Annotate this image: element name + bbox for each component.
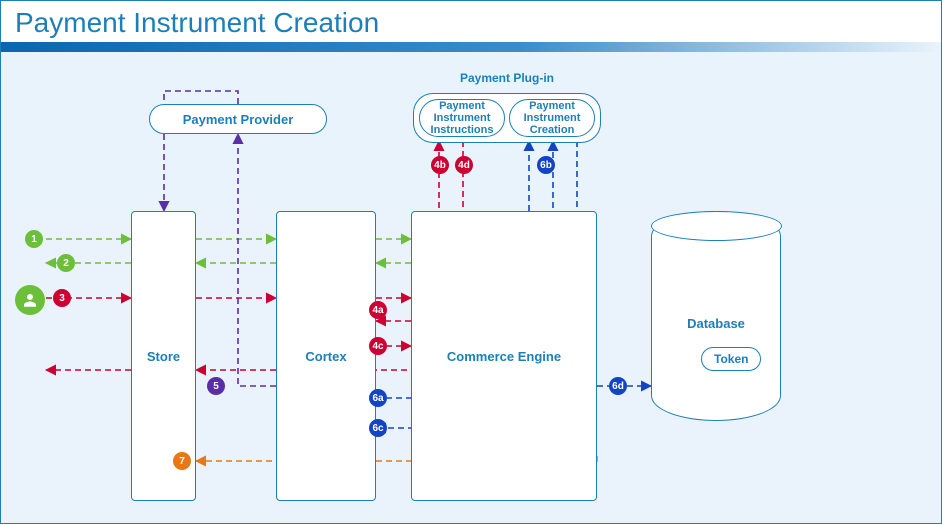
step-badge-1: 1 [25, 230, 43, 248]
step-badge-6b: 6b [537, 156, 555, 174]
node-payment-provider: Payment Provider [149, 104, 327, 134]
step-badge-4a: 4a [369, 301, 387, 319]
step-badge-4b: 4b [431, 156, 449, 174]
page-title: Payment Instrument Creation [15, 7, 379, 39]
step-badge-6a: 6a [369, 389, 387, 407]
step-badge-5: 5 [207, 377, 225, 395]
step-badge-6c: 6c [369, 419, 387, 437]
node-cortex: Cortex [276, 211, 376, 501]
node-plugin-creation: Payment Instrument Creation [509, 99, 595, 137]
step-badge-4d: 4d [455, 156, 473, 174]
label-database: Database [651, 316, 781, 331]
node-commerce-engine: Commerce Engine [411, 211, 597, 501]
step-badge-7: 7 [173, 452, 191, 470]
label-payment-plugin: Payment Plug-in [413, 71, 601, 85]
node-token: Token [701, 347, 761, 371]
step-badge-3: 3 [53, 289, 71, 307]
step-badge-4c: 4c [369, 337, 387, 355]
node-plugin-instructions: Payment Instrument Instructions [419, 99, 505, 137]
title-accent-bar [1, 42, 941, 52]
step-badge-2: 2 [57, 254, 75, 272]
user-icon [15, 285, 45, 315]
step-badge-6d: 6d [609, 377, 627, 395]
